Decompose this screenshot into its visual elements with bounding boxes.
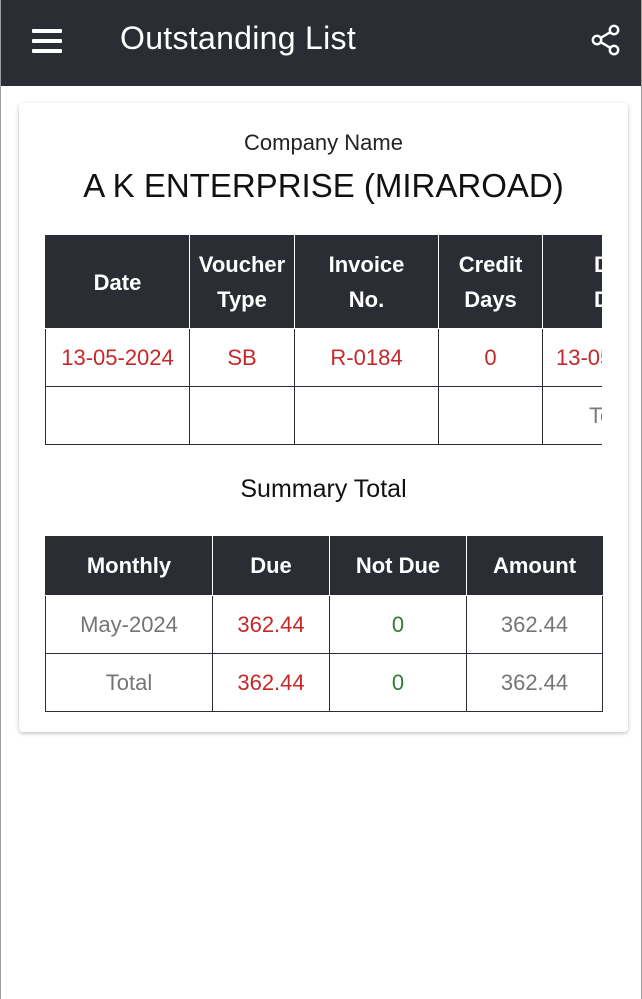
total-label: Total [542, 386, 602, 445]
total-row: Total [45, 386, 602, 445]
table-row[interactable]: 13-05-2024 SB R-0184 0 13-05-2024 [45, 328, 602, 387]
cell-amount: 362.44 [466, 595, 603, 654]
cell-total-amount: 362.44 [466, 653, 603, 712]
cell-invoice-no: R-0184 [294, 328, 439, 387]
cell-total-not-due: 0 [329, 653, 467, 712]
cell-month: May-2024 [45, 595, 213, 654]
outstanding-card: Company Name A K ENTERPRISE (MIRAROAD) D… [19, 103, 628, 732]
column-header-amount[interactable]: Amount [466, 536, 603, 596]
cell-due: 362.44 [212, 595, 330, 654]
company-name: A K ENTERPRISE (MIRAROAD) [83, 167, 564, 204]
summary-table: Monthly Due Not Due Amount May-2024 362.… [45, 536, 603, 712]
app-title: Outstanding List [120, 20, 357, 56]
hamburger-menu-icon[interactable] [32, 27, 64, 55]
cell-empty [189, 386, 295, 445]
summary-title: Summary Total [240, 475, 407, 503]
column-header-due[interactable]: Due [212, 536, 330, 596]
column-header-date[interactable]: Date [45, 235, 190, 329]
company-name-label: Company Name [244, 130, 403, 155]
cell-date: 13-05-2024 [45, 328, 190, 387]
outstanding-list-screen: Outstanding List Company Name A K ENTERP… [0, 0, 642, 999]
cell-empty [294, 386, 439, 445]
column-header-monthly[interactable]: Monthly [45, 536, 213, 596]
outstanding-table-scroll[interactable]: Date Voucher Type Invoice No. Credit Day… [45, 235, 602, 445]
cell-empty [438, 386, 543, 445]
cell-credit-days: 0 [438, 328, 543, 387]
column-header-credit-days[interactable]: Credit Days [438, 235, 543, 329]
cell-due-date: 13-05-2024 [542, 328, 602, 387]
summary-total-row: Total 362.44 0 362.44 [45, 653, 603, 712]
column-header-invoice-no[interactable]: Invoice No. [294, 235, 439, 329]
cell-not-due: 0 [329, 595, 467, 654]
cell-empty [45, 386, 190, 445]
table-row[interactable]: May-2024 362.44 0 362.44 [45, 595, 603, 654]
summary-header-row: Monthly Due Not Due Amount [45, 536, 603, 596]
cell-total-due: 362.44 [212, 653, 330, 712]
app-bar: Outstanding List [1, 0, 641, 86]
cell-total-label: Total [45, 653, 213, 712]
column-header-due-date[interactable]: Due Date [542, 235, 602, 329]
cell-voucher-type: SB [189, 328, 295, 387]
share-icon[interactable] [591, 24, 621, 56]
column-header-voucher-type[interactable]: Voucher Type [189, 235, 295, 329]
column-header-not-due[interactable]: Not Due [329, 536, 467, 596]
outstanding-header-row: Date Voucher Type Invoice No. Credit Day… [45, 235, 602, 329]
outstanding-table: Date Voucher Type Invoice No. Credit Day… [45, 235, 602, 445]
